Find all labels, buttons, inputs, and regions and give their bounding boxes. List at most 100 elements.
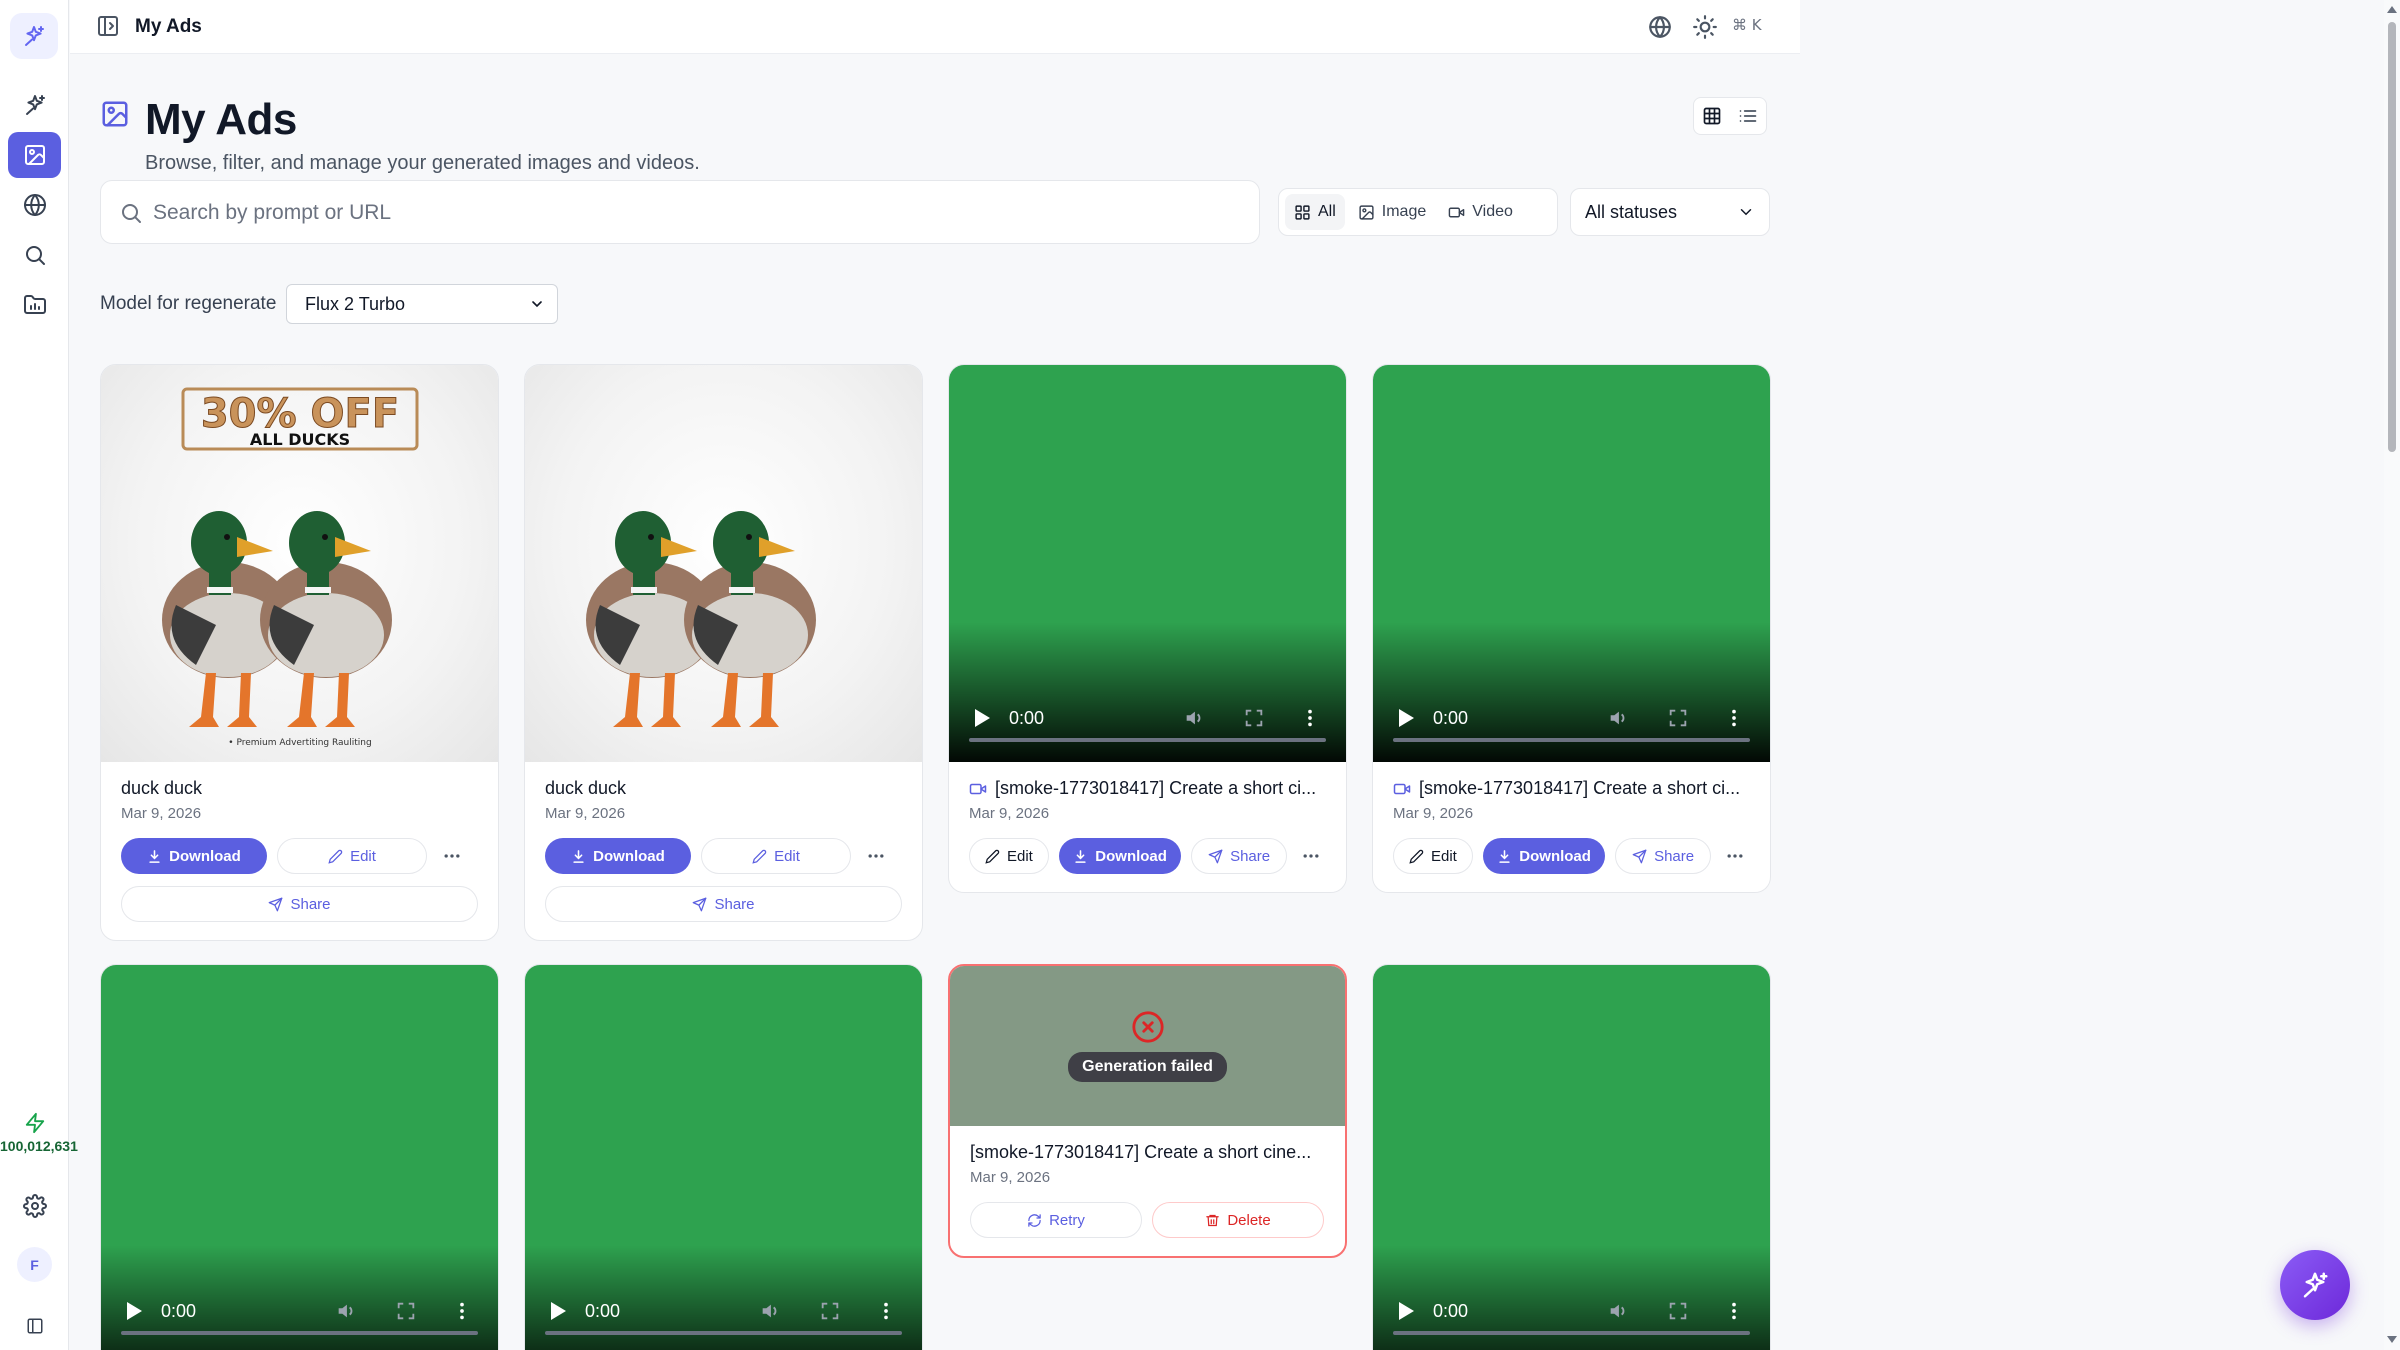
failed-preview: Generation failed [950, 966, 1345, 1126]
download-button[interactable]: Download [1058, 838, 1182, 874]
more-vertical-icon[interactable] [1723, 1300, 1745, 1322]
status-filter-select[interactable]: All statuses [1570, 188, 1770, 236]
retry-button[interactable]: Retry [970, 1202, 1142, 1238]
pencil-icon [328, 849, 343, 864]
ad-card[interactable]: duck duck Mar 9, 2026 Download Edit Shar… [524, 364, 923, 941]
image-icon [24, 145, 45, 165]
ad-card[interactable]: 0:00 [1372, 964, 1771, 1350]
share-button[interactable]: Share [1191, 838, 1287, 874]
edit-button[interactable]: Edit [1393, 838, 1473, 874]
user-avatar[interactable]: F [17, 1247, 52, 1282]
more-vertical-icon[interactable] [1723, 707, 1745, 729]
fullscreen-icon[interactable] [395, 1300, 417, 1322]
edit-button[interactable]: Edit [969, 838, 1049, 874]
video-player[interactable]: 0:00 [525, 965, 922, 1350]
more-vertical-icon[interactable] [451, 1300, 473, 1322]
filter-all[interactable]: All [1285, 194, 1345, 230]
play-icon[interactable] [1397, 708, 1415, 728]
ad-image[interactable] [525, 365, 922, 762]
pencil-icon [985, 849, 1000, 864]
credits-balance[interactable]: 100,012,631 [0, 1112, 78, 1154]
ad-card[interactable]: 30% OFF ALL DUCKS • Premium Advertiting … [100, 364, 499, 941]
list-view-button[interactable] [1730, 98, 1766, 134]
page-heading: My Ads [145, 95, 297, 144]
sidebar-item-my-ads[interactable] [8, 132, 61, 178]
ad-card-failed[interactable]: Generation failed [smoke-1773018417] Cre… [948, 964, 1347, 1258]
grid-view-button[interactable] [1694, 98, 1730, 134]
play-icon[interactable] [125, 1301, 143, 1321]
delete-button[interactable]: Delete [1152, 1202, 1324, 1238]
play-icon[interactable] [549, 1301, 567, 1321]
ad-card[interactable]: 0:00 [smoke-1773018417] Create a short c… [948, 364, 1347, 893]
sidebar-item-create[interactable] [8, 82, 61, 128]
pencil-icon [752, 849, 767, 864]
video-progress-bar[interactable] [121, 1331, 478, 1335]
filter-image[interactable]: Image [1349, 194, 1435, 230]
ad-card[interactable]: 0:00 [100, 964, 499, 1350]
fullscreen-icon[interactable] [1667, 1300, 1689, 1322]
video-player[interactable]: 0:00 [101, 965, 498, 1350]
edit-button[interactable]: Edit [701, 838, 851, 874]
ad-card[interactable]: 0:00 [smoke-1773018417] Create a short c… [1372, 364, 1771, 893]
filter-video[interactable]: Video [1439, 194, 1522, 230]
search-input[interactable] [153, 193, 1243, 233]
scroll-up-arrow[interactable] [2387, 6, 2397, 13]
play-icon[interactable] [1397, 1301, 1415, 1321]
logo-sparkle-icon[interactable] [10, 13, 58, 59]
volume-icon[interactable] [335, 1300, 357, 1322]
sidebar-toggle-icon[interactable] [96, 14, 120, 38]
volume-icon[interactable] [759, 1300, 781, 1322]
video-progress-bar[interactable] [969, 738, 1326, 742]
sidebar-item-globe[interactable] [8, 182, 61, 228]
more-vertical-icon[interactable] [875, 1300, 897, 1322]
failed-status-badge: Generation failed [1068, 1052, 1227, 1082]
video-player[interactable]: 0:00 [949, 365, 1346, 762]
more-options-button[interactable] [1297, 841, 1326, 871]
video-player[interactable]: 0:00 [1373, 965, 1770, 1350]
video-controls: 0:00 [949, 692, 1346, 762]
volume-icon[interactable] [1607, 707, 1629, 729]
video-progress-bar[interactable] [1393, 1331, 1750, 1335]
page-scrollbar[interactable] [2384, 0, 2400, 1350]
ai-assistant-button[interactable] [2280, 1250, 2350, 1320]
sidebar-item-library[interactable] [8, 282, 61, 328]
download-button[interactable]: Download [545, 838, 691, 874]
fullscreen-icon[interactable] [1667, 707, 1689, 729]
card-title-text: [smoke-1773018417] Create a short ci... [995, 778, 1317, 798]
more-options-button[interactable] [1721, 841, 1750, 871]
fullscreen-icon[interactable] [819, 1300, 841, 1322]
video-time: 0:00 [161, 1301, 197, 1321]
share-button[interactable]: Share [545, 886, 902, 922]
ad-card[interactable]: 0:00 [524, 964, 923, 1350]
scroll-down-arrow[interactable] [2387, 1336, 2397, 1343]
scrollbar-thumb[interactable] [2388, 22, 2396, 452]
volume-icon[interactable] [1183, 707, 1205, 729]
share-button[interactable]: Share [121, 886, 478, 922]
more-vertical-icon[interactable] [1299, 707, 1321, 729]
video-player[interactable]: 0:00 [1373, 365, 1770, 762]
fullscreen-icon[interactable] [1243, 707, 1265, 729]
edit-button[interactable]: Edit [277, 838, 427, 874]
collapse-sidebar-button[interactable] [8, 1303, 61, 1349]
sidebar-item-search[interactable] [8, 232, 61, 278]
card-title-text: [smoke-1773018417] Create a short ci... [1419, 778, 1741, 798]
video-progress-bar[interactable] [545, 1331, 902, 1335]
language-globe-icon[interactable] [1647, 14, 1673, 40]
command-palette-shortcut[interactable]: ⌘ K [1732, 16, 1762, 34]
send-icon [269, 897, 283, 911]
download-icon [573, 849, 584, 863]
video-progress-bar[interactable] [1393, 738, 1750, 742]
download-button[interactable]: Download [121, 838, 267, 874]
more-options-button[interactable] [437, 841, 467, 871]
volume-icon[interactable] [1607, 1300, 1629, 1322]
share-button[interactable]: Share [1615, 838, 1711, 874]
settings-button[interactable] [8, 1183, 61, 1229]
model-select[interactable]: Flux 2 Turbo [286, 284, 558, 324]
ad-image[interactable]: 30% OFF ALL DUCKS • Premium Advertiting … [101, 365, 498, 762]
theme-sun-icon[interactable] [1692, 14, 1718, 40]
play-icon[interactable] [973, 708, 991, 728]
duck-image [586, 511, 816, 727]
download-button[interactable]: Download [1482, 838, 1606, 874]
video-time: 0:00 [1433, 1301, 1469, 1321]
more-options-button[interactable] [861, 841, 891, 871]
